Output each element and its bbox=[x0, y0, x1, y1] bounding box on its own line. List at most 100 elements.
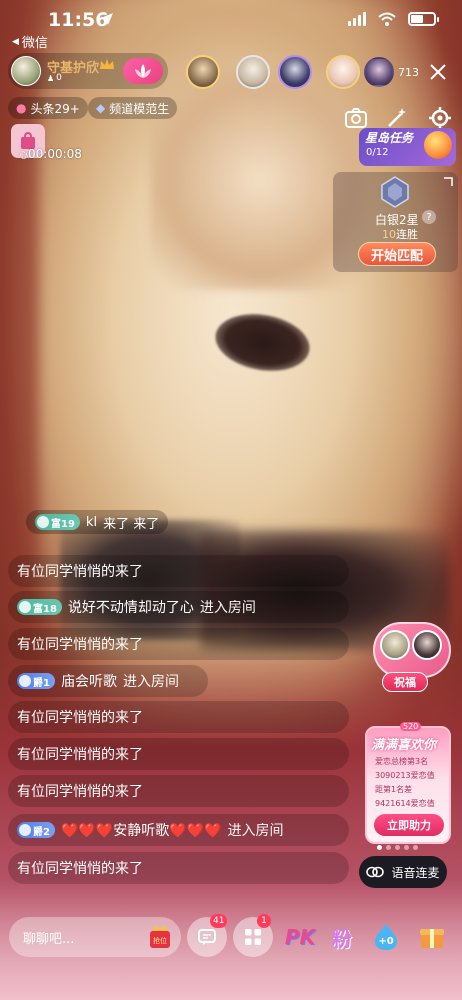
top-viewer-avatar[interactable] bbox=[236, 55, 270, 89]
mission-progress: 0/12 bbox=[366, 147, 389, 158]
event-line: 距第1名差 bbox=[375, 785, 413, 794]
top-viewer-avatar[interactable] bbox=[278, 55, 312, 89]
level-badge-label: 爵1 bbox=[33, 677, 50, 689]
event-badge: 520 bbox=[400, 722, 422, 731]
chat-message[interactable]: 有位同学悄悄的来了 bbox=[8, 555, 349, 587]
status-bar: 11:56 bbox=[0, 0, 462, 44]
page-dot bbox=[386, 845, 391, 850]
chat-message-text: 有位同学悄悄的来了 bbox=[17, 861, 143, 877]
chat-message-text: 有位同学悄悄的来了 bbox=[17, 564, 143, 580]
status-indicators bbox=[348, 12, 439, 26]
level-badge: 富19 bbox=[35, 514, 80, 530]
pk-label: PK bbox=[284, 925, 316, 949]
top-viewer-avatar[interactable] bbox=[364, 57, 394, 87]
event-line: 3090213爱恋值 bbox=[375, 771, 435, 780]
headline-tag-label: 头条29+ bbox=[30, 101, 80, 116]
magic-wand-icon[interactable] bbox=[385, 106, 409, 130]
host-fans-count: 0 bbox=[56, 73, 62, 83]
star-badge-icon: ◆ bbox=[96, 101, 106, 115]
chat-message[interactable]: 富18 说好不动情却动了心 进入房间 bbox=[8, 591, 349, 623]
camera-icon[interactable] bbox=[344, 106, 368, 130]
rank-help-icon[interactable]: ? bbox=[422, 210, 436, 224]
gift-button[interactable]: 抢位 bbox=[140, 917, 180, 957]
start-match-button[interactable]: 开始匹配 bbox=[358, 242, 436, 266]
pk-button[interactable]: PK bbox=[281, 918, 319, 956]
level-dot-icon bbox=[19, 601, 31, 613]
voice-connect-label: 语音连麦 bbox=[391, 865, 440, 880]
event-title: 满满喜欢你 bbox=[371, 738, 437, 753]
event-page-dots bbox=[377, 845, 418, 850]
chat-message-text: 有位同学悄悄的来了 bbox=[17, 784, 143, 800]
event-line: 爱恋总榜第3名 bbox=[375, 757, 429, 766]
level-dot-icon bbox=[19, 675, 31, 687]
chat-badge: 41 bbox=[210, 914, 228, 928]
rank-streak-number: 10 bbox=[382, 228, 396, 241]
chat-message[interactable]: 有位同学悄悄的来了 bbox=[8, 628, 349, 660]
timer-time: 00:00:08 bbox=[28, 147, 82, 161]
chat-user-name[interactable]: ❤️❤️❤️安静听歌❤️❤️❤️ bbox=[61, 820, 222, 840]
chat-message-text: 有位同学悄悄的来了 bbox=[17, 747, 143, 763]
grid-icon bbox=[245, 929, 261, 945]
plus-one-button[interactable]: +0 bbox=[367, 918, 405, 956]
timer-label: 心 bbox=[19, 151, 29, 161]
close-icon[interactable] bbox=[428, 62, 448, 82]
expand-corner-icon[interactable] bbox=[442, 176, 454, 188]
chat-top-user: kl bbox=[85, 514, 98, 530]
channel-tag-label: 频道模范生 bbox=[109, 101, 170, 116]
settings-gear-icon[interactable] bbox=[428, 106, 452, 130]
chat-action: 进入房间 bbox=[199, 600, 256, 616]
back-to-wechat-link[interactable]: ◀ 微信 bbox=[12, 32, 48, 51]
treasure-box-button[interactable] bbox=[413, 918, 451, 956]
chat-top-message[interactable]: 富19 kl 来了 来了 bbox=[26, 510, 169, 534]
chat-message[interactable]: 有位同学悄悄的来了 bbox=[8, 852, 349, 884]
chat-action: 进入房间 bbox=[227, 823, 284, 839]
chat-message[interactable]: 有位同学悄悄的来了 bbox=[8, 775, 349, 807]
chat-user-name[interactable]: 庙会听歌 bbox=[61, 671, 117, 691]
fans-person-icon: ♟ bbox=[47, 73, 55, 83]
level-badge: 爵2 bbox=[17, 822, 55, 838]
gift-label: 抢位 bbox=[153, 936, 167, 945]
top-viewer-avatar[interactable] bbox=[326, 55, 360, 89]
page-dot bbox=[395, 845, 400, 850]
chat-message-text: 有位同学悄悄的来了 bbox=[17, 710, 143, 726]
lotus-icon bbox=[135, 64, 151, 78]
location-arrow-icon bbox=[101, 13, 113, 25]
chat-action: 进入房间 bbox=[122, 674, 179, 690]
pk-avatar-right bbox=[412, 630, 442, 660]
chat-bubble-icon bbox=[198, 929, 216, 945]
chat-message[interactable]: 爵1 庙会听歌 进入房间 bbox=[8, 665, 208, 697]
chat-message-text: 有位同学悄悄的来了 bbox=[17, 637, 143, 653]
viewer-count[interactable]: 713 bbox=[398, 66, 419, 79]
treasure-box-icon bbox=[420, 929, 444, 948]
pk-bless-button[interactable]: 祝福 bbox=[382, 672, 428, 692]
boost-button[interactable]: 立即助力 bbox=[374, 814, 444, 836]
page-dot bbox=[377, 845, 382, 850]
pk-avatar-left bbox=[380, 630, 410, 660]
signal-icon bbox=[348, 12, 366, 26]
chat-user-name[interactable]: 说好不动情却动了心 bbox=[68, 597, 194, 617]
chat-top-text: 来了 来了 bbox=[103, 516, 160, 532]
chat-message[interactable]: 有位同学悄悄的来了 bbox=[8, 701, 349, 733]
top-viewer-avatar[interactable] bbox=[186, 55, 220, 89]
level-badge-label: 富19 bbox=[51, 518, 75, 530]
follow-button[interactable] bbox=[123, 58, 163, 84]
chat-message[interactable]: 有位同学悄悄的来了 bbox=[8, 738, 349, 770]
apps-badge: 1 bbox=[257, 914, 271, 928]
chat-message[interactable]: 爵2 ❤️❤️❤️安静听歌❤️❤️❤️ 进入房间 bbox=[8, 814, 349, 846]
fan-club-button[interactable]: 粉 bbox=[323, 918, 361, 956]
voice-connect-button[interactable]: 语音连麦 bbox=[359, 856, 447, 888]
level-badge: 爵1 bbox=[17, 673, 55, 689]
throne-icon: 抢位 bbox=[150, 925, 170, 948]
rank-streak: 10连胜 bbox=[382, 226, 418, 242]
level-badge-label: 富18 bbox=[33, 603, 57, 615]
mission-title: 星岛任务 bbox=[365, 131, 414, 145]
level-badge: 富18 bbox=[17, 599, 62, 615]
host-avatar[interactable] bbox=[11, 56, 41, 86]
back-to-wechat-label: 微信 bbox=[21, 36, 48, 51]
channel-tag[interactable]: ◆ 频道模范生 bbox=[88, 97, 178, 119]
rank-streak-label: 连胜 bbox=[396, 228, 418, 241]
headline-tag[interactable]: ● 头条29+ bbox=[8, 97, 88, 119]
plus-one-label: +0 bbox=[378, 936, 393, 947]
room-timer: 心00:00:08 bbox=[19, 147, 82, 161]
fire-icon: ● bbox=[16, 101, 27, 115]
